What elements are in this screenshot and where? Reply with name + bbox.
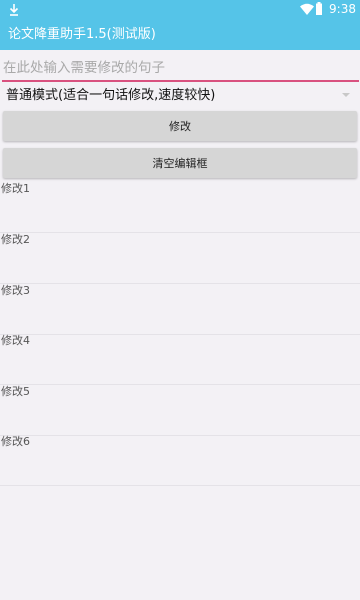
result-label: 修改5 — [1, 385, 30, 398]
result-item-4[interactable]: 修改4 — [0, 334, 360, 385]
sentence-input[interactable] — [2, 56, 359, 82]
clear-input-button[interactable]: 清空编辑框 — [3, 148, 357, 178]
result-label: 修改6 — [1, 435, 30, 448]
status-bar: 9:38 — [0, 0, 360, 20]
result-label: 修改3 — [1, 284, 30, 297]
dropdown-caret-icon — [342, 93, 350, 97]
app-title: 论文降重助手1.5(测试版) — [8, 27, 156, 42]
result-item-1[interactable]: 修改1 — [0, 182, 360, 233]
sentence-input-container — [0, 56, 360, 82]
status-time: 9:38 — [329, 2, 356, 16]
result-label: 修改1 — [1, 182, 30, 195]
result-label: 修改2 — [1, 233, 30, 246]
download-icon — [9, 4, 19, 16]
result-item-5[interactable]: 修改5 — [0, 385, 360, 436]
battery-icon — [316, 2, 322, 15]
result-item-6[interactable]: 修改6 — [0, 435, 360, 486]
mode-select[interactable]: 普通模式(适合一句话修改,速度较快) — [0, 84, 360, 108]
app-screen: 9:38 论文降重助手1.5(测试版) 普通模式(适合一句话修改,速度较快) 修… — [0, 0, 360, 600]
result-item-2[interactable]: 修改2 — [0, 233, 360, 284]
app-bar: 论文降重助手1.5(测试版) — [0, 20, 360, 50]
wifi-icon — [300, 3, 314, 15]
mode-select-value: 普通模式(适合一句话修改,速度较快) — [6, 88, 216, 103]
result-label: 修改4 — [1, 334, 30, 347]
modify-button[interactable]: 修改 — [3, 111, 357, 141]
result-item-3[interactable]: 修改3 — [0, 284, 360, 335]
